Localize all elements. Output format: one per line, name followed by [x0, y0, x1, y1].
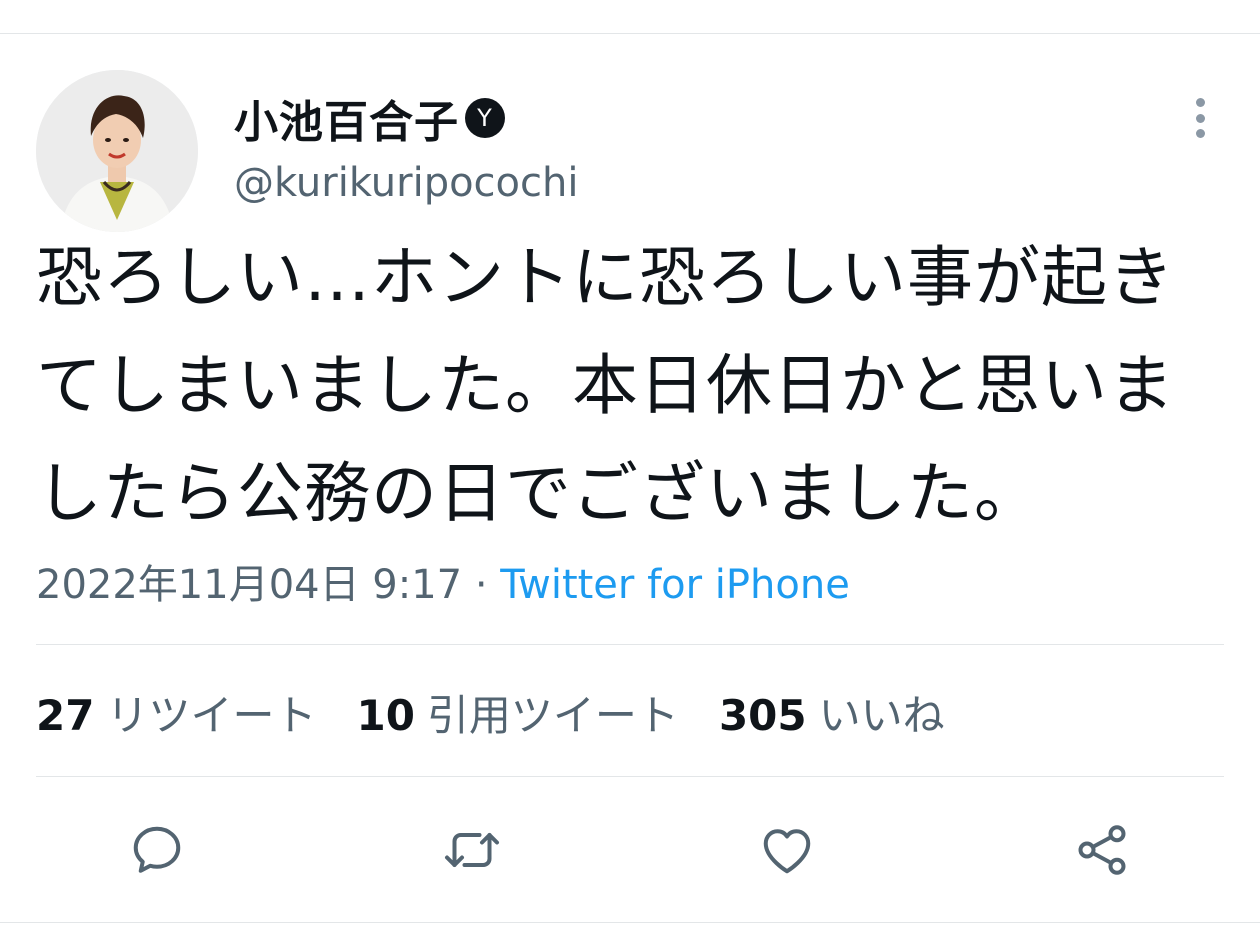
likes-stat[interactable]: 305 いいね [719, 682, 945, 743]
more-options-icon[interactable] [1180, 94, 1220, 142]
tweet-meta: 2022年11月04日 9:17 · Twitter for iPhone [36, 552, 850, 610]
tweet-text: 恐ろしい…ホントに恐ろしい事が起きてしまいました。本日休日かと思いましたら公務の… [36, 239, 1175, 532]
like-icon [763, 829, 811, 874]
retweet-button[interactable] [440, 818, 504, 882]
likes-label: いいね [818, 690, 945, 740]
like-button[interactable] [755, 818, 819, 882]
quotes-count: 10 [356, 690, 415, 740]
divider-above-actions [36, 776, 1224, 777]
meta-separator: · [474, 562, 488, 608]
retweets-stat[interactable]: 27 リツイート [36, 682, 316, 743]
reply-icon [133, 826, 181, 873]
tweet-detail-page: 小池百合子 Y @kurikuripocochi 恐ろしい…ホントに恐ろしい事が… [0, 0, 1260, 946]
likes-count: 305 [718, 690, 807, 740]
tweet-timestamp[interactable]: 2022年11月04日 9:17 [36, 562, 462, 608]
verified-badge-icon: Y [465, 98, 505, 138]
author-display-name[interactable]: 小池百合子 [234, 86, 459, 150]
engagement-stats: 27 リツイート 10 引用ツイート 305 いいね [36, 684, 985, 740]
quotes-stat[interactable]: 10 引用ツイート [356, 682, 678, 743]
divider-above-stats [36, 644, 1224, 645]
share-button[interactable] [1070, 818, 1134, 882]
tweet-source-link[interactable]: Twitter for iPhone [500, 562, 850, 608]
retweets-label: リツイート [106, 690, 317, 740]
author-handle[interactable]: @kurikuripocochi [234, 160, 578, 206]
bottom-divider [0, 922, 1260, 923]
quotes-label: 引用ツイート [426, 690, 679, 740]
avatar[interactable] [36, 70, 198, 232]
reply-button[interactable] [125, 818, 189, 882]
retweet-icon [445, 833, 499, 867]
top-divider [0, 33, 1260, 34]
author-name-row[interactable]: 小池百合子 Y [234, 88, 505, 148]
retweets-count: 27 [36, 690, 95, 740]
share-icon [1078, 825, 1126, 875]
avatar-photo [36, 70, 198, 232]
